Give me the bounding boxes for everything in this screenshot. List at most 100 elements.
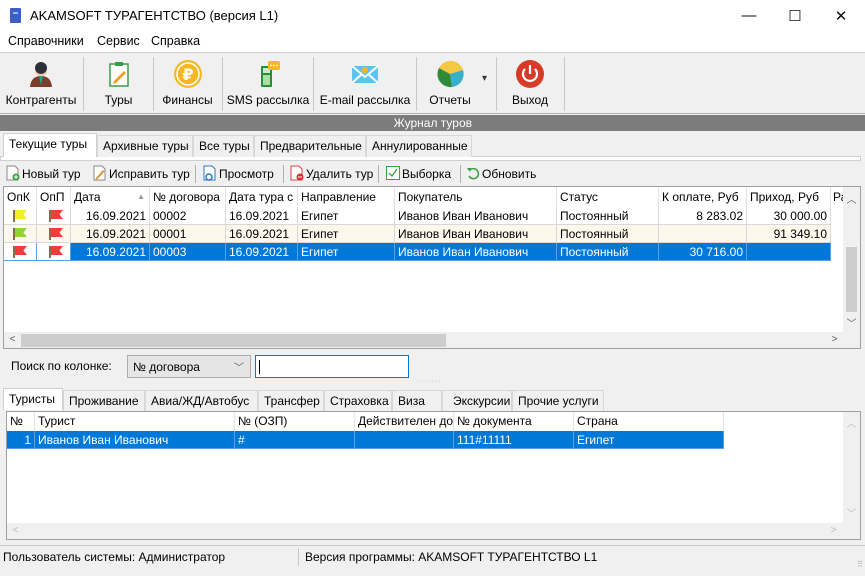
toolbar-exit-button[interactable]: Выход <box>498 53 562 113</box>
filter-button[interactable]: Выборка <box>386 164 451 184</box>
doc-cell: 111#11111 <box>454 431 574 449</box>
tab-transport[interactable]: Авиа/ЖД/Автобус <box>145 390 258 412</box>
scroll-left-icon[interactable]: < <box>7 525 24 536</box>
tab-current-tours[interactable]: Текущие туры <box>3 133 97 157</box>
tab-insurance[interactable]: Страховка <box>324 390 392 412</box>
column-header-tourist[interactable]: Турист <box>35 412 235 431</box>
scroll-left-icon[interactable]: < <box>4 334 21 345</box>
scroll-right-icon[interactable]: > <box>826 334 843 345</box>
tourists-grid: № Турист № (ОЗП) Действителен до № докум… <box>6 411 861 540</box>
tab-preliminary[interactable]: Предварительные <box>254 135 366 157</box>
income-cell: 91 349.10 <box>747 225 831 243</box>
column-header-tour-date[interactable]: Дата тура с <box>226 187 298 207</box>
column-header-number[interactable]: № <box>7 412 35 431</box>
minimize-button[interactable]: — <box>726 0 772 31</box>
tab-accommodation[interactable]: Проживание <box>63 390 145 412</box>
tour-row[interactable]: 16.09.2021 00003 16.09.2021 Египет Иванов Ив… <box>4 243 831 261</box>
toolbar-tury-button[interactable]: Туры <box>86 53 151 113</box>
tab-tourists[interactable]: Туристы <box>3 388 63 410</box>
delete-tour-button[interactable]: Удалить тур <box>290 164 373 184</box>
clipboard-pencil-icon <box>108 62 129 87</box>
to-pay-cell <box>659 225 747 243</box>
toolbar-sms-button[interactable]: SMS рассылка <box>224 53 312 113</box>
direction-cell: Египет <box>298 225 395 243</box>
contract-cell: 00002 <box>150 207 226 225</box>
menu-spravochniki[interactable]: Справочники <box>8 34 84 48</box>
tab-archive-tours[interactable]: Архивные туры <box>97 135 193 157</box>
scroll-up-icon[interactable]: ︿ <box>843 415 860 430</box>
maximize-button[interactable]: ☐ <box>772 0 818 31</box>
ozp-cell: # <box>235 431 355 449</box>
status-cell: Постоянный <box>557 225 659 243</box>
menu-spravka[interactable]: Справка <box>151 34 200 48</box>
view-tour-button[interactable]: Просмотр <box>203 164 274 184</box>
toolbar-finansy-button[interactable]: ₽ Финансы <box>155 53 220 113</box>
scroll-up-icon[interactable]: ︿ <box>843 191 860 206</box>
chevron-down-icon[interactable]: ▾ <box>482 73 487 84</box>
scrollbar-thumb[interactable] <box>846 247 857 312</box>
detail-tabs: Туристы Проживание Авиа/ЖД/Автобус Транс… <box>0 388 865 412</box>
scroll-down-icon[interactable]: ﹀ <box>843 315 860 330</box>
status-user: Пользователь системы: Администратор <box>3 550 226 564</box>
column-header-status[interactable]: Статус <box>557 187 659 207</box>
ruble-coin-icon: ₽ <box>173 60 202 88</box>
status-cell: Постоянный <box>557 207 659 225</box>
column-header-to-pay[interactable]: К оплате, Руб <box>659 187 747 207</box>
window-title: AKAMSOFT ТУРАГЕНТСТВО (версия L1) <box>30 8 279 23</box>
toolbar-otchety-button[interactable]: Отчеты ▾ <box>418 53 494 113</box>
scroll-down-icon[interactable]: ﹀ <box>843 505 860 520</box>
status-cell: Постоянный <box>557 243 659 261</box>
search-column-select[interactable]: № договора ﹀ <box>127 355 251 378</box>
tab-transfer[interactable]: Трансфер <box>258 390 324 412</box>
toolbar-separator <box>416 57 417 111</box>
column-header-buyer[interactable]: Покупатель <box>395 187 557 207</box>
splitter-handle[interactable]: ······· <box>418 378 441 385</box>
name-cell: Иванов Иван Иванович <box>35 431 235 449</box>
refresh-button[interactable]: Обновить <box>466 164 536 184</box>
column-header-income[interactable]: Приход, Руб <box>747 187 831 207</box>
tab-all-tours[interactable]: Все туры <box>193 135 254 157</box>
edit-tour-button[interactable]: Исправить тур <box>93 164 190 184</box>
column-header-country[interactable]: Страна <box>574 412 724 431</box>
tab-visa[interactable]: Виза <box>392 390 442 412</box>
column-header-document[interactable]: № документа <box>454 412 574 431</box>
column-header-contract[interactable]: № договора <box>150 187 226 207</box>
tour-row[interactable]: 16.09.2021 00001 16.09.2021 Египет Иванов Ив… <box>4 225 831 243</box>
scroll-right-icon[interactable]: > <box>825 525 842 536</box>
red-flag-icon <box>13 246 27 258</box>
phone-sms-icon <box>261 61 280 87</box>
red-flag-icon <box>49 228 63 240</box>
column-header-date[interactable]: Дата ▲ <box>71 187 150 207</box>
column-header-opk[interactable]: ОпК <box>4 187 37 207</box>
column-header-direction[interactable]: Направление <box>298 187 395 207</box>
toolbar-separator <box>153 57 154 111</box>
opk-cell <box>4 243 37 261</box>
tourists-horizontal-scrollbar[interactable]: < > <box>7 523 860 539</box>
close-button[interactable]: ✕ <box>818 0 864 31</box>
search-input[interactable] <box>255 355 409 378</box>
tour-row[interactable]: 16.09.2021 00002 16.09.2021 Египет Иванов Ив… <box>4 207 831 225</box>
menu-servis[interactable]: Сервис <box>97 34 140 48</box>
search-label: Поиск по колонке: <box>11 359 112 373</box>
tours-horizontal-scrollbar[interactable]: < > <box>4 332 860 348</box>
column-header-opp[interactable]: ОпП <box>37 187 71 207</box>
opk-cell <box>4 225 37 243</box>
tours-vertical-scrollbar[interactable]: ︿ ﹀ <box>843 187 860 332</box>
new-tour-button[interactable]: Новый тур <box>6 164 81 184</box>
tourists-vertical-scrollbar[interactable]: ︿ ﹀ <box>843 412 860 523</box>
scrollbar-thumb[interactable] <box>21 334 446 347</box>
valid-until-cell <box>355 431 454 449</box>
tab-cancelled[interactable]: Аннулированные <box>366 135 472 157</box>
tab-excursions[interactable]: Экскурсии <box>442 390 512 412</box>
column-header-ozp[interactable]: № (ОЗП) <box>235 412 355 431</box>
income-cell: 30 000.00 <box>747 207 831 225</box>
tab-other-services[interactable]: Прочие услуги <box>512 390 604 412</box>
resize-grip-icon[interactable]: ⠿ <box>857 554 863 576</box>
toolbar-separator <box>83 57 84 111</box>
to-pay-cell: 30 716.00 <box>659 243 747 261</box>
toolbar-kontragenty-button[interactable]: Контрагенты <box>2 53 80 113</box>
toolbar-email-button[interactable]: E-mail рассылка <box>315 53 415 113</box>
app-book-icon <box>10 8 21 23</box>
tourist-row[interactable]: 1 Иванов Иван Иванович #111#11111 Египет <box>7 431 724 449</box>
column-header-valid-until[interactable]: Действителен до <box>355 412 454 431</box>
